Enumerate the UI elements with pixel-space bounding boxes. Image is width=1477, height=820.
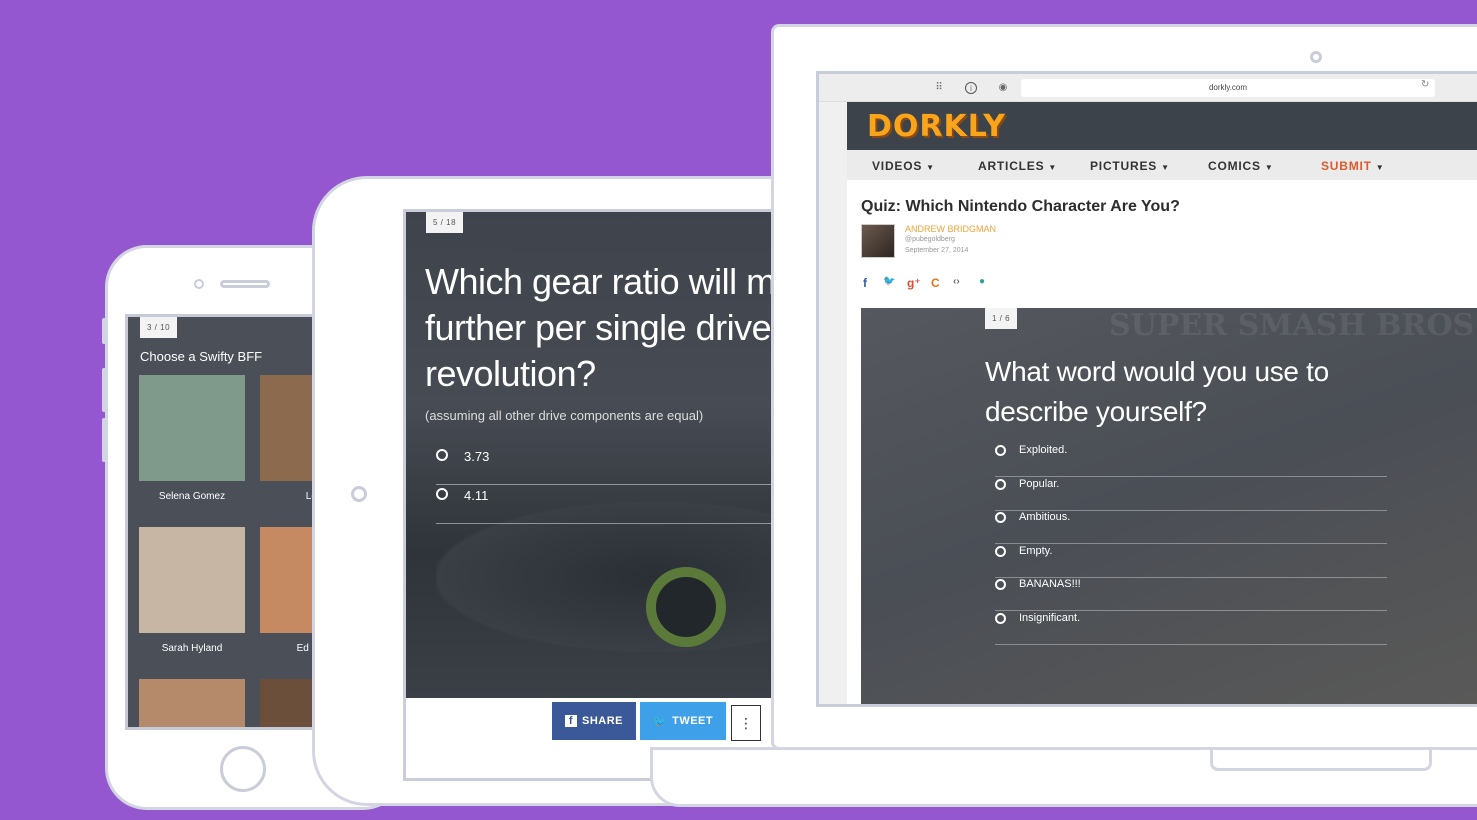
- option-label: Popular.: [1019, 478, 1060, 490]
- laptop-option-2[interactable]: Popular.: [995, 477, 1387, 511]
- bff-option-1[interactable]: Selena Gomez: [139, 375, 245, 502]
- laptop-option-4[interactable]: Empty.: [995, 544, 1387, 578]
- nav-label: COMICS: [1208, 159, 1261, 173]
- option-label: Exploited.: [1019, 444, 1068, 456]
- phone-quiz-counter: 3 / 10: [140, 317, 178, 338]
- nav-pictures[interactable]: PICTURES ▼: [1090, 159, 1170, 173]
- car-wheel: [646, 567, 726, 647]
- privacy-icon[interactable]: ◉: [997, 82, 1009, 94]
- option-label: 4.11: [464, 488, 489, 503]
- caret-down-icon: ▼: [1264, 163, 1274, 172]
- dorkly-site: DORKLY ⌕ VIDEOS▼ ARTICLES▼ PICTURES▼ COM…: [847, 102, 1477, 704]
- radio-icon[interactable]: [995, 579, 1006, 590]
- cracked-icon[interactable]: C: [931, 276, 940, 290]
- address-bar[interactable]: dorkly.com: [1021, 79, 1435, 97]
- phone-speaker: [220, 280, 270, 288]
- phone-quiz-screen: 3 / 10 Choose a Swifty BFF Selena Gomez …: [125, 314, 335, 730]
- radio-icon[interactable]: [436, 488, 448, 500]
- radio-icon[interactable]: [995, 445, 1006, 456]
- tweet-label: TWEET: [672, 715, 714, 727]
- author-name[interactable]: ANDREW BRIDGMAN: [905, 224, 996, 234]
- twitter-tweet-button[interactable]: 🐦 TWEET: [640, 702, 726, 740]
- laptop-option-1[interactable]: Exploited.: [995, 443, 1387, 477]
- site-header: DORKLY ⌕: [847, 102, 1477, 150]
- laptop-option-6[interactable]: Insignificant.: [995, 611, 1387, 645]
- laptop-quiz-card: SUPER SMASH BROS 1 / 6 What word would y…: [861, 308, 1477, 704]
- nav-videos[interactable]: VIDEOS ▼: [872, 159, 935, 173]
- nav-comics[interactable]: COMICS ▼: [1208, 159, 1274, 173]
- phone-mute-switch: [102, 318, 106, 344]
- smash-bros-watermark: SUPER SMASH BROS: [1109, 308, 1475, 343]
- caret-down-icon: ▼: [1375, 163, 1385, 172]
- option-label: Insignificant.: [1019, 612, 1081, 624]
- nav-label: SUBMIT: [1321, 159, 1372, 173]
- info-icon[interactable]: i: [965, 82, 977, 94]
- bff-photo: [139, 375, 245, 481]
- facebook-icon[interactable]: f: [863, 276, 867, 290]
- twitter-icon[interactable]: 🐦: [883, 276, 895, 287]
- option-label: BANANAS!!!: [1019, 578, 1081, 590]
- site-nav: VIDEOS ▼ ARTICLES ▼ PICTURES ▼ COMICS ▼ SUBM…: [847, 150, 1477, 180]
- nav-label: VIDEOS: [872, 159, 923, 173]
- option-label: Empty.: [1019, 545, 1053, 557]
- nav-label: ARTICLES: [978, 159, 1045, 173]
- laptop-trackpad-notch: [1210, 747, 1432, 771]
- share-label: SHARE: [581, 715, 623, 727]
- laptop-question: What word would you use to describe your…: [985, 356, 1329, 427]
- more-options-button[interactable]: ⋮: [731, 705, 761, 741]
- radio-icon[interactable]: [995, 479, 1006, 490]
- tablet-home-button[interactable]: [351, 486, 367, 502]
- radio-icon[interactable]: [995, 613, 1006, 624]
- radio-icon[interactable]: [995, 546, 1006, 557]
- nav-label: PICTURES: [1090, 159, 1158, 173]
- bff-name: Sarah Hyland: [161, 643, 223, 654]
- google-plus-icon[interactable]: g⁺: [907, 276, 921, 290]
- laptop-device: ⠿ i ◉ dorkly.com ↻ DORKLY ⌕ VIDEOS▼ ARTI…: [771, 24, 1477, 750]
- phone-camera: [194, 279, 204, 289]
- phone-volume-up: [102, 368, 106, 412]
- caret-down-icon: ▼: [1048, 163, 1058, 172]
- nav-articles[interactable]: ARTICLES ▼: [978, 159, 1057, 173]
- tablet-question-subtext: (assuming all other drive components are…: [425, 408, 704, 423]
- facebook-icon: f: [564, 715, 577, 727]
- author-handle[interactable]: @pubegoldberg: [905, 236, 955, 243]
- publish-date: September 27, 2014: [905, 247, 969, 254]
- bff-name: Selena Gomez: [158, 491, 226, 502]
- laptop-option-5[interactable]: BANANAS!!!: [995, 577, 1387, 611]
- browser-toolbar: ⠿ i ◉ dorkly.com ↻: [819, 74, 1477, 102]
- option-label: Ambitious.: [1019, 511, 1071, 523]
- comment-icon[interactable]: ●: [979, 276, 985, 287]
- bff-option-5[interactable]: [139, 679, 245, 727]
- reload-icon[interactable]: ↻: [1421, 79, 1429, 90]
- facebook-share-button[interactable]: f SHARE: [552, 702, 636, 740]
- dorkly-logo[interactable]: DORKLY: [867, 109, 1006, 144]
- bff-photo: [139, 527, 245, 633]
- option-label: 3.73: [464, 449, 490, 464]
- bff-option-3[interactable]: Sarah Hyland: [139, 527, 245, 654]
- embed-icon[interactable]: ‹›: [953, 276, 960, 287]
- laptop-quiz-counter: 1 / 6: [985, 308, 1018, 329]
- tabs-grid-icon[interactable]: ⠿: [933, 82, 945, 94]
- page-gutter: [819, 102, 847, 704]
- phone-volume-down: [102, 418, 106, 462]
- car-background: [436, 502, 796, 652]
- twitter-bird-icon: 🐦: [652, 715, 668, 728]
- radio-icon[interactable]: [436, 449, 448, 461]
- browser-window: ⠿ i ◉ dorkly.com ↻ DORKLY ⌕ VIDEOS▼ ARTI…: [816, 71, 1477, 707]
- radio-icon[interactable]: [995, 512, 1006, 523]
- article-title: Quiz: Which Nintendo Character Are You?: [861, 198, 1180, 215]
- author-avatar[interactable]: [861, 224, 895, 258]
- caret-down-icon: ▼: [926, 163, 935, 172]
- nav-submit[interactable]: SUBMIT ▼: [1321, 159, 1385, 173]
- phone-quiz-title: Choose a Swifty BFF: [140, 349, 263, 364]
- phone-home-button[interactable]: [220, 746, 266, 792]
- laptop-camera: [1310, 51, 1322, 63]
- tablet-quiz-counter: 5 / 18: [426, 212, 464, 233]
- bff-photo: [139, 679, 245, 727]
- caret-down-icon: ▼: [1161, 163, 1170, 172]
- laptop-option-3[interactable]: Ambitious.: [995, 510, 1387, 544]
